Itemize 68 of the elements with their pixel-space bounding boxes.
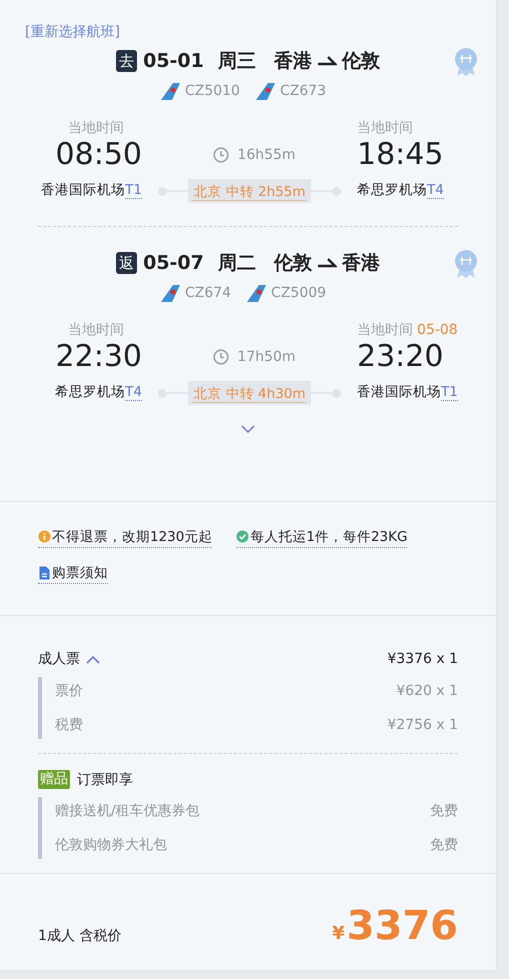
flight-duration: 16h55m bbox=[237, 147, 296, 163]
flight-number: CZ673 bbox=[280, 83, 326, 99]
airport-name: 希思罗机场 bbox=[55, 384, 126, 400]
reselect-link[interactable]: [重新选择航班] bbox=[25, 22, 120, 42]
terminal-link[interactable]: T1 bbox=[125, 182, 142, 199]
local-time-label: 当地时间 bbox=[68, 120, 124, 136]
flight-number: CZ674 bbox=[184, 285, 232, 301]
clock-icon bbox=[213, 147, 230, 163]
flight-date: 05-01 bbox=[143, 50, 204, 72]
origin-city: 香港 bbox=[274, 49, 312, 74]
price-item-label: 票价 bbox=[55, 682, 83, 701]
origin-city: 伦敦 bbox=[274, 251, 312, 276]
info-icon bbox=[38, 530, 51, 544]
airport-name: 香港国际机场 bbox=[357, 384, 441, 400]
check-circle-icon bbox=[236, 530, 250, 544]
arrival-time: 23:20 bbox=[357, 339, 444, 375]
transfer-info[interactable]: 北京 中转 2h55m bbox=[193, 184, 306, 201]
arrival-time: 18:45 bbox=[357, 137, 444, 173]
destination-city: 伦敦 bbox=[342, 49, 380, 74]
gift-badge: 赠品 bbox=[38, 770, 70, 789]
caret-icon bbox=[86, 654, 100, 664]
transfer-info[interactable]: 北京 中转 4h30m bbox=[193, 386, 306, 403]
chevron-icon bbox=[241, 425, 255, 433]
airline-tail-icon bbox=[254, 82, 275, 100]
direction-badge: 去 bbox=[116, 50, 138, 72]
price-item-amount: ¥620 x 1 bbox=[396, 682, 458, 701]
total-label: 1成人 含税价 bbox=[38, 927, 122, 945]
arrival-date: 05-08 bbox=[417, 322, 458, 338]
direction-badge: 返 bbox=[116, 252, 138, 274]
currency-symbol: ¥ bbox=[332, 923, 345, 944]
notice-link[interactable]: 每人托运1件，每件23KG bbox=[236, 527, 408, 548]
gift-item-label: 赠接送机/租车优惠券包 bbox=[55, 802, 200, 821]
total-price: 3376 bbox=[346, 904, 458, 948]
ribbon-seal-icon bbox=[453, 249, 479, 279]
gift-item-price: 免费 bbox=[430, 836, 458, 855]
flight-number: CZ5009 bbox=[271, 285, 326, 301]
fare-toggle[interactable]: 成人票 bbox=[38, 649, 100, 669]
weekday: 周三 bbox=[218, 49, 256, 74]
departure-time: 08:50 bbox=[54, 137, 142, 173]
expand-chevron-button[interactable] bbox=[241, 425, 255, 433]
airport-name: 希思罗机场 bbox=[357, 182, 427, 198]
document-icon bbox=[38, 566, 51, 580]
terminal-link[interactable]: T4 bbox=[427, 182, 444, 199]
notice-link[interactable]: 购票须知 bbox=[38, 563, 108, 584]
flight-duration: 17h50m bbox=[237, 349, 296, 365]
terminal-link[interactable]: T4 bbox=[125, 384, 142, 401]
departure-time: 22:30 bbox=[54, 339, 142, 375]
gift-title: 订票即享 bbox=[77, 770, 133, 788]
gift-item-price: 免费 bbox=[430, 802, 458, 821]
destination-city: 香港 bbox=[342, 251, 380, 276]
airline-tail-icon bbox=[160, 284, 180, 302]
airline-tail-icon bbox=[246, 284, 266, 302]
price-item-label: 税费 bbox=[55, 716, 83, 735]
fare-amount: ¥3376 x 1 bbox=[387, 650, 458, 669]
price-item-amount: ¥2756 x 1 bbox=[387, 716, 458, 735]
weekday: 周二 bbox=[218, 251, 256, 276]
terminal-link[interactable]: T1 bbox=[441, 384, 458, 401]
flight-date: 05-07 bbox=[143, 252, 204, 274]
airport-name: 香港国际机场 bbox=[41, 182, 126, 198]
clock-icon bbox=[213, 349, 230, 365]
local-time-label: 当地时间 bbox=[357, 120, 413, 136]
airline-tail-icon bbox=[160, 82, 180, 100]
flight-number: CZ5010 bbox=[184, 83, 240, 99]
notice-link[interactable]: 不得退票，改期1230元起 bbox=[38, 527, 212, 548]
local-time-label: 当地时间 bbox=[357, 322, 413, 338]
ribbon-seal-icon bbox=[453, 47, 479, 77]
local-time-label: 当地时间 bbox=[68, 322, 124, 338]
gift-item-label: 伦敦购物券大礼包 bbox=[55, 836, 167, 855]
